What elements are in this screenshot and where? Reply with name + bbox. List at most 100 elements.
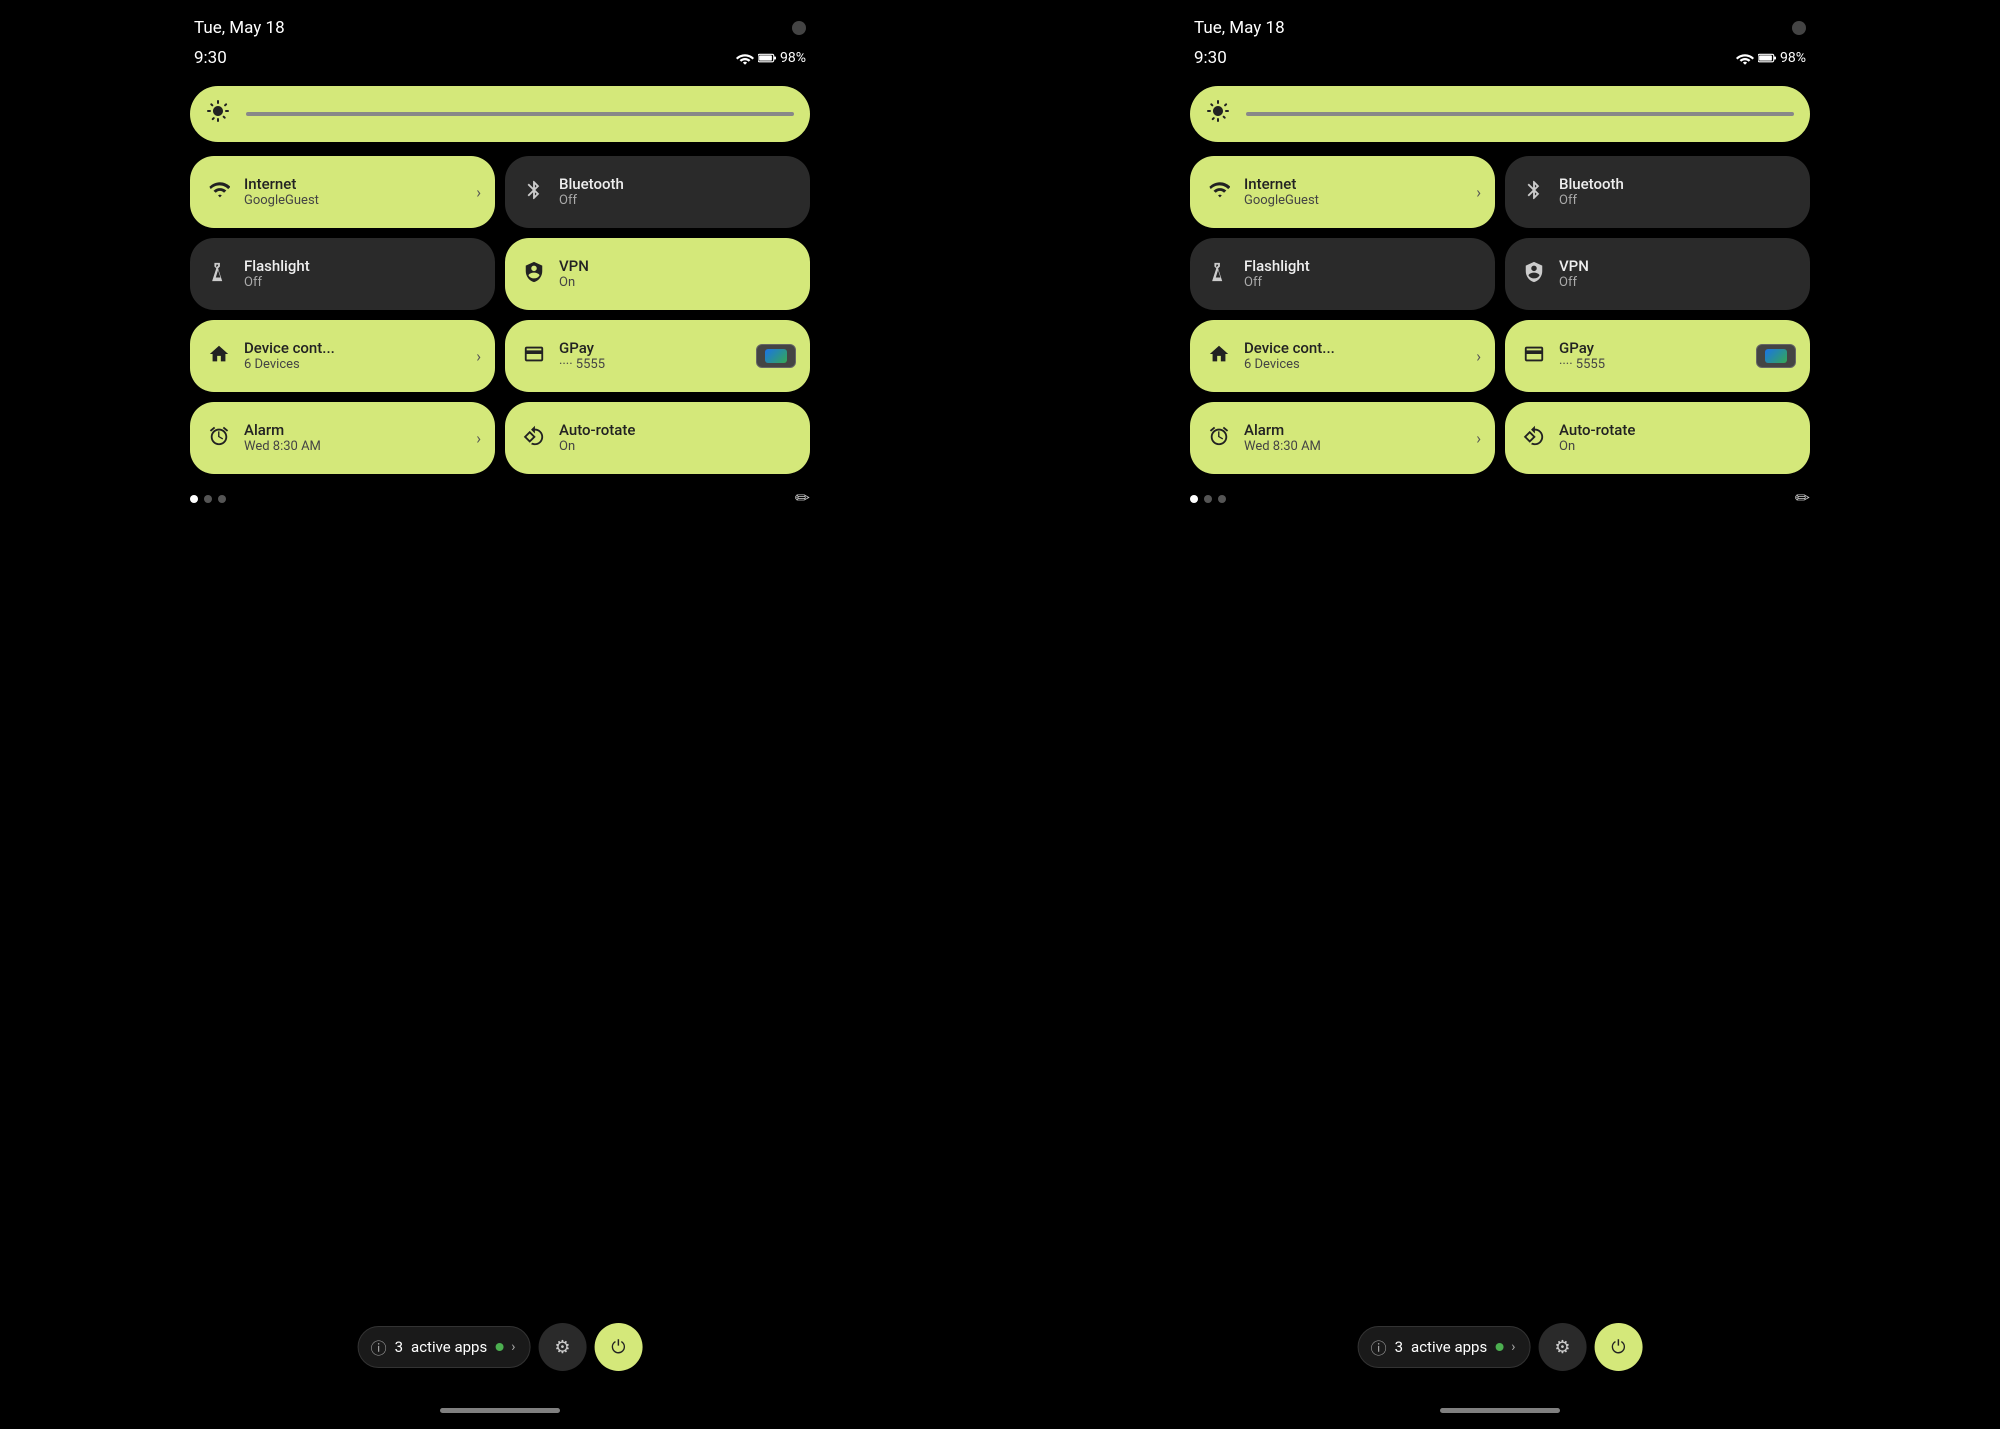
tile-flashlight[interactable]: Flashlight Off <box>190 238 495 310</box>
tile-info: Alarm Wed 8:30 AM <box>244 421 321 455</box>
brightness-track[interactable] <box>1246 112 1794 116</box>
tile-icon-wifi <box>206 179 232 206</box>
tile-label: VPN <box>559 257 589 275</box>
tile-arrow: › <box>1476 183 1481 202</box>
tile-gpay[interactable]: GPay ···· 5555 <box>505 320 810 392</box>
tile-info: Device cont... 6 Devices <box>244 339 335 373</box>
tile-arrow: › <box>1476 347 1481 366</box>
tile-gpay[interactable]: GPay ···· 5555 <box>1505 320 1810 392</box>
tile-icon-vpn <box>521 261 547 288</box>
tile-flashlight[interactable]: Flashlight Off <box>1190 238 1495 310</box>
tile-icon-alarm <box>206 425 232 452</box>
tile-icon-rotate <box>1521 425 1547 452</box>
dot-1 <box>1190 495 1198 503</box>
edit-icon[interactable]: ✏ <box>1795 488 1810 509</box>
tile-label: GPay <box>1559 339 1605 357</box>
battery-icon <box>758 51 776 65</box>
wifi-status-icon <box>1736 51 1754 65</box>
tile-arrow: › <box>476 183 481 202</box>
power-button[interactable]: ⏻ <box>1594 1323 1642 1371</box>
settings-button[interactable]: ⚙ <box>538 1323 586 1371</box>
power-button[interactable]: ⏻ <box>594 1323 642 1371</box>
tile-info: Bluetooth Off <box>1559 175 1624 209</box>
tile-bluetooth[interactable]: Bluetooth Off <box>505 156 810 228</box>
gpay-card <box>1756 344 1796 368</box>
tile-sub: 6 Devices <box>1244 357 1335 373</box>
camera-dot <box>1792 21 1806 35</box>
brightness-bar[interactable] <box>190 86 810 142</box>
settings-button[interactable]: ⚙ <box>1538 1323 1586 1371</box>
tile-internet[interactable]: Internet GoogleGuest › <box>190 156 495 228</box>
date-text: Tue, May 18 <box>1194 18 1285 38</box>
tile-label: Flashlight <box>244 257 310 275</box>
active-apps-count: 3 <box>395 1338 403 1356</box>
date-text: Tue, May 18 <box>194 18 285 38</box>
tile-alarm[interactable]: Alarm Wed 8:30 AM › <box>1190 402 1495 474</box>
tile-label: Internet <box>1244 175 1319 193</box>
tile-label: Alarm <box>244 421 321 439</box>
tile-device[interactable]: Device cont... 6 Devices › <box>1190 320 1495 392</box>
brightness-icon <box>1206 99 1230 129</box>
tile-bluetooth[interactable]: Bluetooth Off <box>1505 156 1810 228</box>
wifi-status-icon <box>736 51 754 65</box>
tile-sub: Off <box>244 275 310 291</box>
tile-arrow: › <box>476 429 481 448</box>
dot-2 <box>204 495 212 503</box>
tile-autorotate[interactable]: Auto-rotate On <box>1505 402 1810 474</box>
tile-label: Device cont... <box>1244 339 1335 357</box>
pagination-row: ✏ <box>190 488 810 509</box>
brightness-icon <box>206 99 230 129</box>
battery-text: 98% <box>1780 50 1806 66</box>
status-bottom: 9:30 98% <box>1190 48 1810 68</box>
tile-icon-rotate <box>521 425 547 452</box>
battery-text: 98% <box>780 50 806 66</box>
tile-sub: Off <box>559 193 624 209</box>
tile-icon-alarm <box>1206 425 1232 452</box>
tile-label: Bluetooth <box>1559 175 1624 193</box>
tile-label: Auto-rotate <box>559 421 635 439</box>
tile-label: VPN <box>1559 257 1589 275</box>
tile-info: Alarm Wed 8:30 AM <box>1244 421 1321 455</box>
status-icons: 98% <box>736 50 806 66</box>
tile-info: GPay ···· 5555 <box>1559 339 1605 373</box>
dot-2 <box>1204 495 1212 503</box>
tile-device[interactable]: Device cont... 6 Devices › <box>190 320 495 392</box>
pagination-row: ✏ <box>1190 488 1810 509</box>
tile-vpn[interactable]: VPN On <box>505 238 810 310</box>
phone-panel-right: Tue, May 18 9:30 98% <box>1000 0 2000 1429</box>
tile-label: GPay <box>559 339 605 357</box>
tile-info: Internet GoogleGuest <box>244 175 319 209</box>
gpay-card-inner <box>765 349 787 363</box>
tile-sub: 6 Devices <box>244 357 335 373</box>
tile-icon-bluetooth <box>1521 179 1547 206</box>
edit-icon[interactable]: ✏ <box>795 488 810 509</box>
tile-autorotate[interactable]: Auto-rotate On <box>505 402 810 474</box>
tile-info: Auto-rotate On <box>559 421 635 455</box>
gpay-card-inner <box>1765 349 1787 363</box>
status-bar: Tue, May 18 9:30 98% <box>1190 18 1810 86</box>
tile-alarm[interactable]: Alarm Wed 8:30 AM › <box>190 402 495 474</box>
brightness-bar[interactable] <box>1190 86 1810 142</box>
status-bar: Tue, May 18 9:30 98% <box>190 18 810 86</box>
tile-sub: Off <box>1559 275 1589 291</box>
tile-sub: Wed 8:30 AM <box>244 439 321 455</box>
tile-label: Flashlight <box>1244 257 1310 275</box>
active-apps-pill[interactable]: ⓘ 3 active apps › <box>1358 1326 1531 1368</box>
tile-sub: GoogleGuest <box>244 193 319 209</box>
info-icon: ⓘ <box>1371 1335 1387 1359</box>
tile-internet[interactable]: Internet GoogleGuest › <box>1190 156 1495 228</box>
tile-label: Auto-rotate <box>1559 421 1635 439</box>
tile-label: Bluetooth <box>559 175 624 193</box>
tile-sub: On <box>559 275 589 291</box>
tiles-grid: Internet GoogleGuest › Bluetooth Off Fla… <box>190 156 810 474</box>
tile-icon-flashlight <box>1206 261 1232 288</box>
tile-icon-gpay <box>521 343 547 370</box>
panels-container: Tue, May 18 9:30 98% <box>0 0 2000 1429</box>
brightness-track[interactable] <box>246 112 794 116</box>
bottom-bar: ⓘ 3 active apps › ⚙ ⏻ <box>358 1323 643 1371</box>
tile-info: Bluetooth Off <box>559 175 624 209</box>
active-apps-pill[interactable]: ⓘ 3 active apps › <box>358 1326 531 1368</box>
tile-sub: Off <box>1559 193 1624 209</box>
tile-vpn[interactable]: VPN Off <box>1505 238 1810 310</box>
tile-sub: On <box>559 439 635 455</box>
